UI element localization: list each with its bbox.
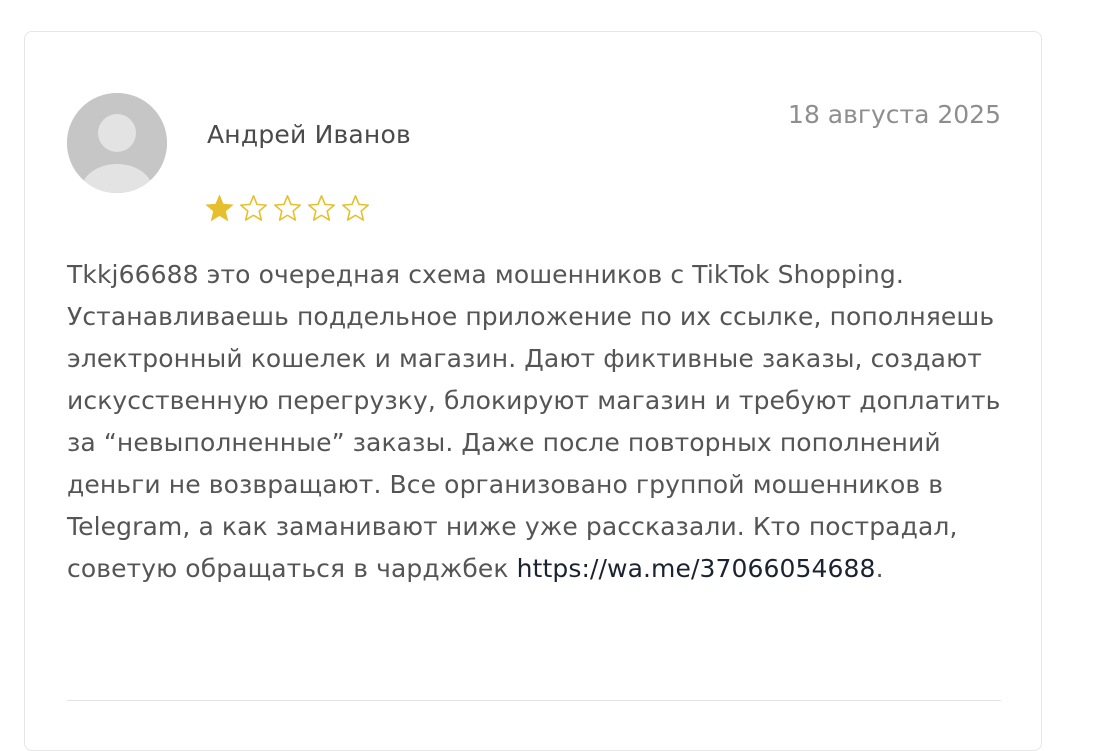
star-rating: [205, 194, 370, 223]
star-outline-icon: [239, 194, 268, 223]
review-body: Tkkj66688 это очередная схема мошенников…: [67, 260, 1001, 583]
review-date: 18 августа 2025: [788, 100, 1001, 129]
avatar: [67, 93, 167, 193]
review-card: Андрей Иванов 18 августа 2025 Tkkj66688 …: [24, 31, 1042, 751]
star-filled-icon: [205, 194, 234, 223]
author-name: Андрей Иванов: [207, 120, 411, 149]
star-outline-icon: [273, 194, 302, 223]
divider: [67, 700, 1001, 701]
review-link[interactable]: https://wa.me/37066054688: [517, 554, 876, 583]
star-outline-icon: [307, 194, 336, 223]
review-text: Tkkj66688 это очередная схема мошенников…: [67, 254, 1007, 590]
user-avatar-icon: [67, 93, 167, 193]
review-text-end: .: [875, 554, 884, 583]
star-outline-icon: [341, 194, 370, 223]
